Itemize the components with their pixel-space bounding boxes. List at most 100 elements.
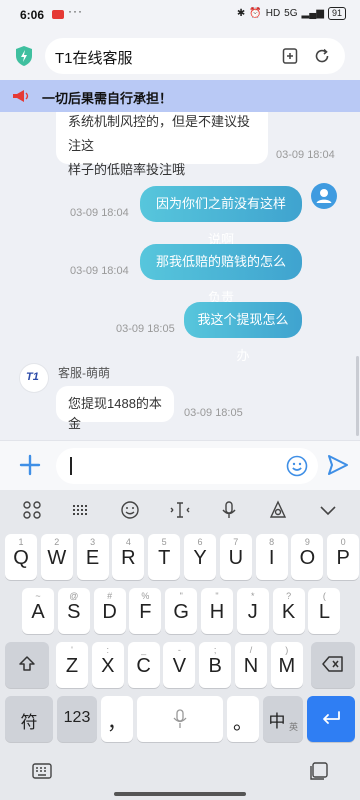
chevron-down-icon[interactable]: [318, 500, 338, 520]
key-g[interactable]: " G: [165, 588, 198, 634]
key-label: I: [268, 547, 275, 569]
key-secondary-label: 6: [197, 537, 203, 547]
key-label: C: [136, 655, 151, 677]
key-secondary-label: 8: [269, 537, 275, 547]
key-t[interactable]: 5T: [148, 534, 181, 580]
key-label: X: [101, 655, 115, 677]
key-secondary-label: @: [69, 591, 79, 601]
alarm-icon: ⏰: [249, 8, 262, 19]
key-secondary-label: 5: [161, 537, 167, 547]
shield-icon[interactable]: [14, 45, 34, 67]
key-k[interactable]: ? K: [272, 588, 305, 634]
key-n[interactable]: / N: [235, 642, 267, 688]
assistant-icon[interactable]: [268, 500, 288, 520]
comma-key[interactable]: ，: [101, 696, 133, 742]
emoji-keyboard-icon[interactable]: [120, 500, 140, 520]
key-y[interactable]: 6Y: [184, 534, 216, 580]
key-secondary-label: _: [141, 645, 147, 655]
key-label: T: [158, 547, 171, 569]
browser-toolbar: T1在线客服: [0, 30, 360, 80]
key-i[interactable]: 8I: [255, 534, 288, 580]
keyboard-layout-icon[interactable]: [71, 500, 91, 520]
key-secondary-label: ): [285, 645, 289, 655]
key-l[interactable]: (L: [308, 588, 341, 634]
clipboard-icon[interactable]: [308, 762, 328, 780]
key-e[interactable]: 3E: [76, 534, 109, 580]
shift-icon: [19, 656, 35, 671]
status-time: 6:06: [20, 8, 45, 22]
agent-avatar-logo: T1: [26, 371, 39, 383]
symbols-key-label: 符: [20, 713, 38, 732]
key-secondary-label: (: [322, 591, 326, 601]
key-w[interactable]: 2W: [40, 534, 73, 580]
key-label: B: [208, 655, 222, 677]
message-timestamp: 03-09 18:05: [184, 407, 243, 419]
shift-key[interactable]: [5, 642, 49, 688]
agent-name: 客服-萌萌: [58, 366, 110, 380]
page-title: T1在线客服: [55, 50, 133, 67]
key-r[interactable]: 4R: [112, 534, 145, 580]
key-u[interactable]: 7U: [219, 534, 252, 580]
key-j[interactable]: * J: [236, 588, 269, 634]
battery-indicator: 91: [327, 7, 346, 20]
key-label: R: [121, 547, 136, 569]
comma-key-label: ，: [107, 712, 127, 734]
key-f[interactable]: % F: [129, 588, 162, 634]
key-a[interactable]: ~ A: [22, 588, 54, 634]
chat-messages[interactable]: 系统机制风控的，但是不建议投注这 样子的低赔率投注哦 03-09 18:04 0…: [0, 112, 360, 442]
symbols-key[interactable]: 符: [5, 696, 53, 742]
key-secondary-label: :: [106, 645, 110, 655]
text-cursor-move-icon[interactable]: [170, 500, 190, 520]
key-secondary-label: 9: [304, 537, 310, 547]
key-secondary-label: ': [71, 645, 73, 655]
message-text-line: 样子的低赔率投注哦: [68, 162, 186, 177]
enter-key[interactable]: [307, 696, 355, 742]
key-label: Z: [65, 655, 79, 677]
notice-text: 一切后果需自行承担！: [42, 91, 173, 106]
emoji-icon[interactable]: [286, 455, 308, 477]
key-secondary-label: ~: [35, 591, 41, 601]
home-indicator[interactable]: [114, 792, 246, 796]
key-c[interactable]: _ C: [127, 642, 160, 688]
bluetooth-icon: ✱: [236, 8, 246, 19]
period-key[interactable]: 。: [227, 696, 259, 742]
key-b[interactable]: ; B: [199, 642, 232, 688]
key-q[interactable]: 1Q: [5, 534, 37, 580]
more-notifications-indicator: ···: [68, 4, 83, 18]
message-input[interactable]: [56, 448, 318, 484]
key-label: H: [209, 601, 225, 623]
space-key[interactable]: [137, 696, 223, 742]
key-secondary-label: 3: [90, 537, 96, 547]
microphone-icon[interactable]: [219, 500, 239, 520]
key-z[interactable]: ' Z: [56, 642, 88, 688]
key-h[interactable]: " H: [201, 588, 233, 634]
apps-grid-icon[interactable]: [22, 500, 42, 520]
message-timestamp: 03-09 18:04: [70, 265, 129, 277]
numbers-key[interactable]: 123: [57, 696, 97, 742]
key-label: F: [139, 601, 152, 623]
keyboard-icon[interactable]: [32, 762, 52, 780]
key-o[interactable]: 9O: [291, 534, 324, 580]
key-d[interactable]: # D: [93, 588, 126, 634]
period-key-label: 。: [233, 712, 253, 734]
key-secondary-label: ;: [213, 645, 217, 655]
bookmark-add-icon[interactable]: [281, 47, 299, 65]
key-secondary-label: 7: [233, 537, 239, 547]
chat-scrollbar[interactable]: [356, 356, 359, 436]
key-label: U: [228, 547, 244, 569]
notification-app-icon: [52, 10, 64, 19]
key-p[interactable]: 0P: [327, 534, 360, 580]
send-icon[interactable]: [326, 453, 350, 477]
key-x[interactable]: :X: [91, 642, 124, 688]
key-m[interactable]: ) M: [270, 642, 303, 688]
key-label: N: [243, 655, 259, 677]
refresh-icon[interactable]: [313, 47, 331, 65]
language-switch-key[interactable]: 中 英: [263, 696, 303, 742]
plus-icon[interactable]: [18, 453, 42, 477]
voice-input-icon: [173, 709, 187, 728]
message-bubble-user: 那我低赔的赔钱的怎么负责: [140, 244, 302, 305]
key-v[interactable]: -V: [163, 642, 196, 688]
backspace-key[interactable]: [311, 642, 355, 688]
key-s[interactable]: @ S: [57, 588, 90, 634]
address-bar[interactable]: T1在线客服: [45, 38, 345, 74]
